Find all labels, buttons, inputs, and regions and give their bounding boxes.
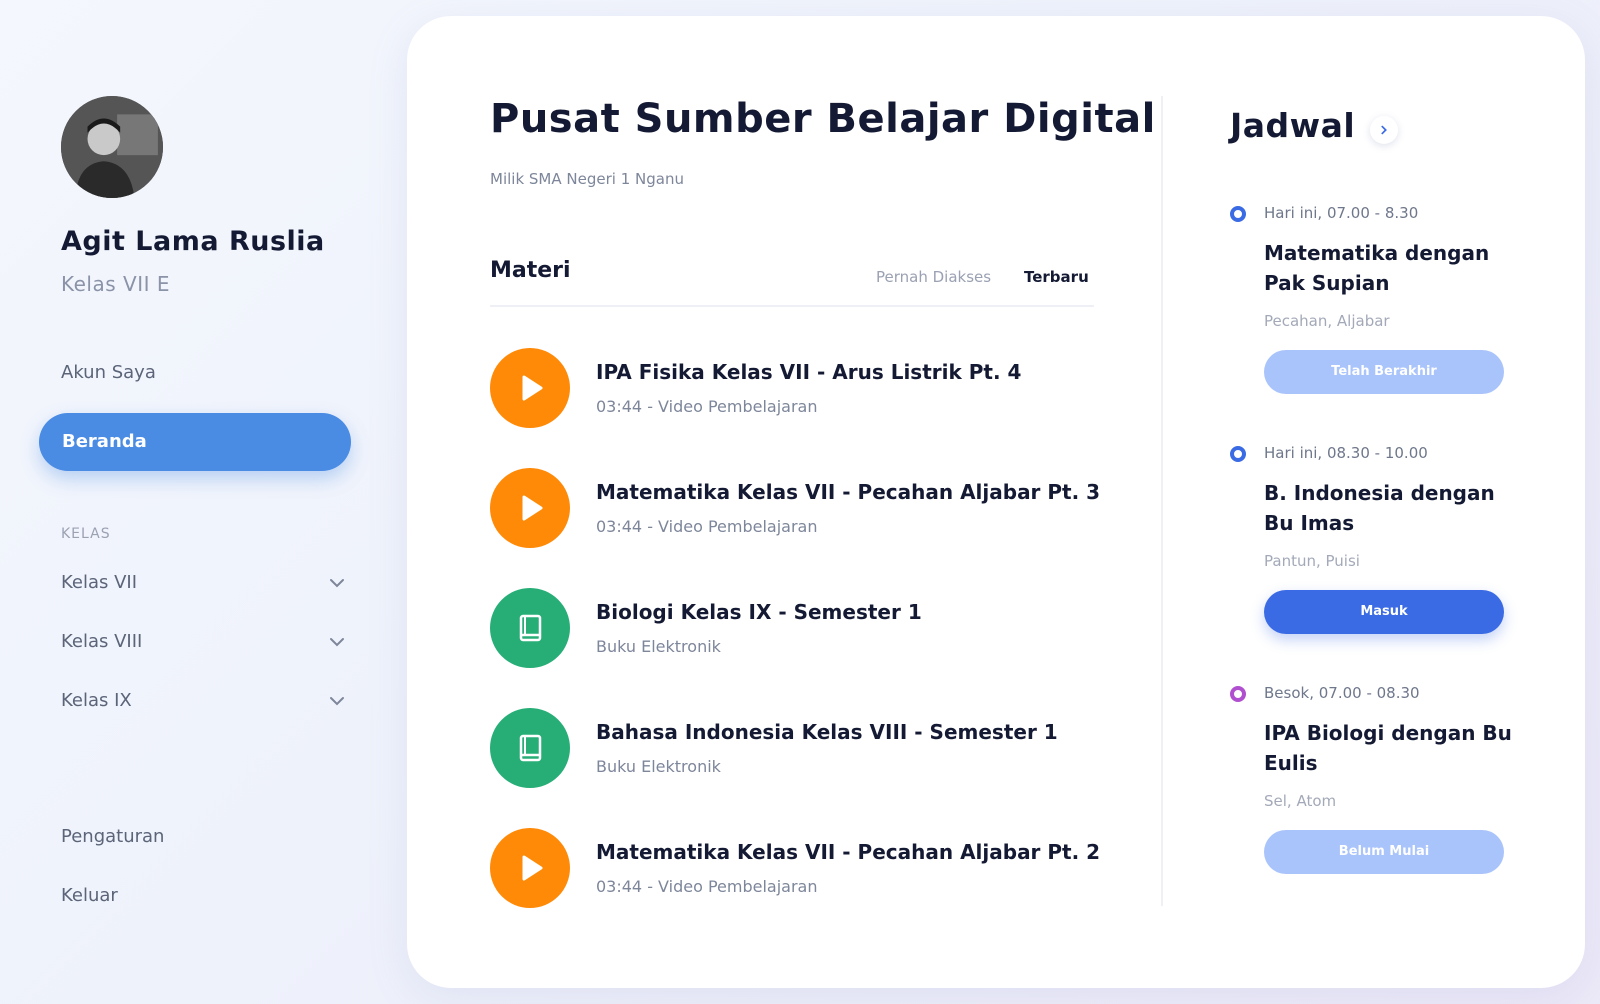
user-class: Kelas VII E xyxy=(61,272,170,296)
schedule-tags: Sel, Atom xyxy=(1264,792,1337,810)
schedule-tags: Pecahan, Aljabar xyxy=(1264,312,1390,330)
chevron-down-icon xyxy=(330,579,344,588)
sidebar: Agit Lama Ruslia Kelas VII E Akun Saya B… xyxy=(0,0,400,1004)
play-button[interactable] xyxy=(490,828,570,908)
schedule-tags: Pantun, Puisi xyxy=(1264,552,1360,570)
ended-button[interactable]: Telah Berakhir xyxy=(1264,350,1504,394)
materi-meta: Buku Elektronik xyxy=(596,757,721,776)
book-icon xyxy=(519,614,542,642)
avatar[interactable] xyxy=(61,96,163,198)
materi-meta: Buku Elektronik xyxy=(596,637,721,656)
filter-recent-accessed[interactable]: Pernah Diakses xyxy=(876,268,991,286)
avatar-image xyxy=(61,96,163,198)
play-button[interactable] xyxy=(490,468,570,548)
materi-title: Matematika Kelas VII - Pecahan Aljabar P… xyxy=(596,480,1101,504)
class-item-viii[interactable]: Kelas VIII xyxy=(61,631,346,652)
page-subtitle: Milik SMA Negeri 1 Nganu xyxy=(490,170,684,188)
book-button[interactable] xyxy=(490,588,570,668)
play-button[interactable] xyxy=(490,348,570,428)
materi-title: Biologi Kelas IX - Semester 1 xyxy=(596,600,922,624)
nav-logout[interactable]: Keluar xyxy=(61,885,118,906)
timeline-dot xyxy=(1230,686,1246,702)
class-item-ix[interactable]: Kelas IX xyxy=(61,690,346,711)
filter-newest[interactable]: Terbaru xyxy=(1024,268,1089,286)
materi-title: IPA Fisika Kelas VII - Arus Listrik Pt. … xyxy=(596,360,1022,384)
timeline-dot xyxy=(1230,206,1246,222)
schedule-time: Hari ini, 07.00 - 8.30 xyxy=(1264,204,1419,222)
materi-heading: Materi xyxy=(490,258,571,283)
schedule-title-text: B. Indonesia dengan Bu Imas xyxy=(1264,481,1495,535)
user-name: Agit Lama Ruslia xyxy=(61,226,325,257)
class-item-label: Kelas VIII xyxy=(61,631,143,652)
play-icon xyxy=(522,495,543,521)
materi-meta: 03:44 - Video Pembelajaran xyxy=(596,397,818,416)
schedule-more-button[interactable] xyxy=(1370,116,1398,144)
materi-meta: 03:44 - Video Pembelajaran xyxy=(596,877,818,896)
materi-item[interactable]: Biologi Kelas IX - Semester 1 Buku Elekt… xyxy=(490,588,1110,668)
chevron-right-icon xyxy=(1381,125,1387,135)
materi-title: Bahasa Indonesia Kelas VIII - Semester 1 xyxy=(596,720,1058,744)
column-divider xyxy=(1161,96,1163,906)
schedule-time: Hari ini, 08.30 - 10.00 xyxy=(1264,444,1428,462)
chevron-down-icon xyxy=(330,697,344,706)
materi-item[interactable]: Matematika Kelas VII - Pecahan Aljabar P… xyxy=(490,828,1110,908)
play-icon xyxy=(522,855,543,881)
nav-home[interactable]: Beranda xyxy=(39,413,351,471)
schedule-title-text: Matematika dengan Pak Supian xyxy=(1264,241,1490,295)
materi-title: Matematika Kelas VII - Pecahan Aljabar P… xyxy=(596,840,1101,864)
schedule-title-text: IPA Biologi dengan Bu Eulis xyxy=(1264,721,1512,775)
page-title: Pusat Sumber Belajar Digital xyxy=(490,96,1156,142)
section-label-kelas: KELAS xyxy=(61,526,111,542)
materi-item[interactable]: IPA Fisika Kelas VII - Arus Listrik Pt. … xyxy=(490,348,1110,428)
book-icon xyxy=(519,734,542,762)
not-started-button[interactable]: Belum Mulai xyxy=(1264,830,1504,874)
schedule-title: Jadwal xyxy=(1230,106,1356,145)
book-button[interactable] xyxy=(490,708,570,788)
materi-item[interactable]: Matematika Kelas VII - Pecahan Aljabar P… xyxy=(490,468,1110,548)
class-item-label: Kelas IX xyxy=(61,690,132,711)
nav-account[interactable]: Akun Saya xyxy=(61,362,156,383)
timeline-dot xyxy=(1230,446,1246,462)
divider xyxy=(490,305,1094,307)
class-item-vii[interactable]: Kelas VII xyxy=(61,572,346,593)
materi-meta: 03:44 - Video Pembelajaran xyxy=(596,517,818,536)
nav-settings[interactable]: Pengaturan xyxy=(61,826,164,847)
chevron-down-icon xyxy=(330,638,344,647)
play-icon xyxy=(522,375,543,401)
join-button[interactable]: Masuk xyxy=(1264,590,1504,634)
schedule-time: Besok, 07.00 - 08.30 xyxy=(1264,684,1420,702)
class-item-label: Kelas VII xyxy=(61,572,138,593)
materi-item[interactable]: Bahasa Indonesia Kelas VIII - Semester 1… xyxy=(490,708,1110,788)
